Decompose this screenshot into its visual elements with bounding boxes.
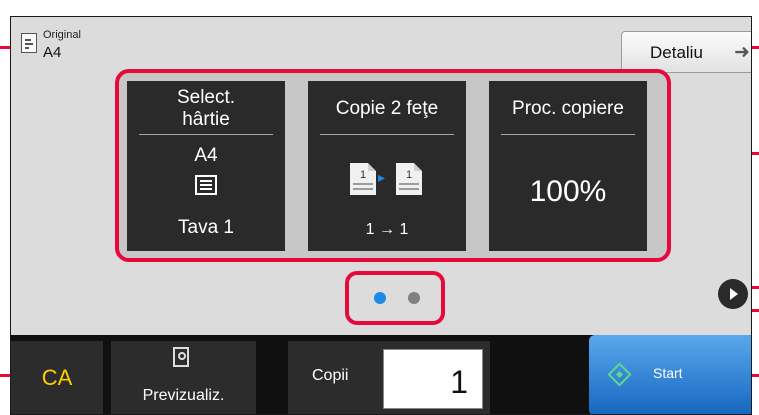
page-dot-2[interactable]	[408, 292, 420, 304]
duplex-title: Copie 2 feţe	[335, 98, 439, 119]
paper-select-tile[interactable]: Select. hârtie A4 Tava 1	[127, 81, 285, 251]
duplex-arrow-icon: ▸	[378, 169, 386, 185]
duplex-tile[interactable]: Copie 2 feţe 1 ▸ 1 1 → 1	[308, 81, 466, 251]
bottom-bar: CA Previzualiz. Copii 1 Start	[11, 335, 751, 414]
copy-screen: Original A4 Detaliu ➜ Select. hârtie A4 …	[10, 16, 752, 415]
paper-select-title-line1: Select.	[176, 87, 236, 108]
detail-button[interactable]: Detaliu ➜	[621, 31, 751, 73]
start-diamond-icon	[607, 362, 632, 387]
original-size: A4	[43, 44, 62, 61]
copies-value: 1	[450, 364, 468, 400]
paper-tray-value: Tava 1	[178, 217, 234, 238]
duplex-value: 1 → 1	[365, 221, 409, 238]
magnifier-document-icon	[173, 347, 189, 367]
copy-ratio-title: Proc. copiere	[512, 98, 624, 119]
copy-settings-panel: Select. hârtie A4 Tava 1 Copie 2 feţe 1	[115, 69, 671, 262]
copy-ratio-value: 100%	[529, 175, 607, 208]
paper-size: A4	[194, 145, 218, 166]
paper-tray-icon	[195, 175, 217, 195]
clear-all-button[interactable]: CA	[11, 341, 103, 414]
duplex-output-number: 1	[406, 169, 413, 181]
detail-button-label: Detaliu	[650, 43, 703, 62]
paper-select-title-line2: hârtie	[182, 109, 230, 130]
tile-divider	[320, 134, 454, 135]
copies-label: Copii	[312, 367, 349, 384]
tile-divider	[501, 134, 635, 135]
original-document-icon	[21, 33, 37, 53]
start-button[interactable]: Start	[589, 335, 751, 414]
preview-label: Previzualiz.	[142, 387, 225, 404]
tile-divider	[139, 134, 273, 135]
arrow-right-icon: ➜	[734, 42, 750, 63]
page-indicator	[345, 271, 445, 325]
duplex-source-page: 1	[350, 163, 376, 195]
clear-all-label: CA	[41, 365, 73, 390]
next-page-button[interactable]	[718, 279, 748, 309]
copies-control: Copii 1	[288, 341, 490, 414]
original-setting[interactable]: Original A4	[21, 29, 141, 69]
copy-ratio-tile[interactable]: Proc. copiere 100%	[489, 81, 647, 251]
duplex-source-number: 1	[360, 169, 367, 181]
copies-input[interactable]: 1	[383, 349, 483, 409]
start-label: Start	[653, 365, 683, 381]
duplex-output-page: 1	[396, 163, 422, 195]
page-dot-1[interactable]	[374, 292, 386, 304]
preview-button[interactable]: Previzualiz.	[111, 341, 256, 414]
original-label: Original	[43, 29, 81, 41]
